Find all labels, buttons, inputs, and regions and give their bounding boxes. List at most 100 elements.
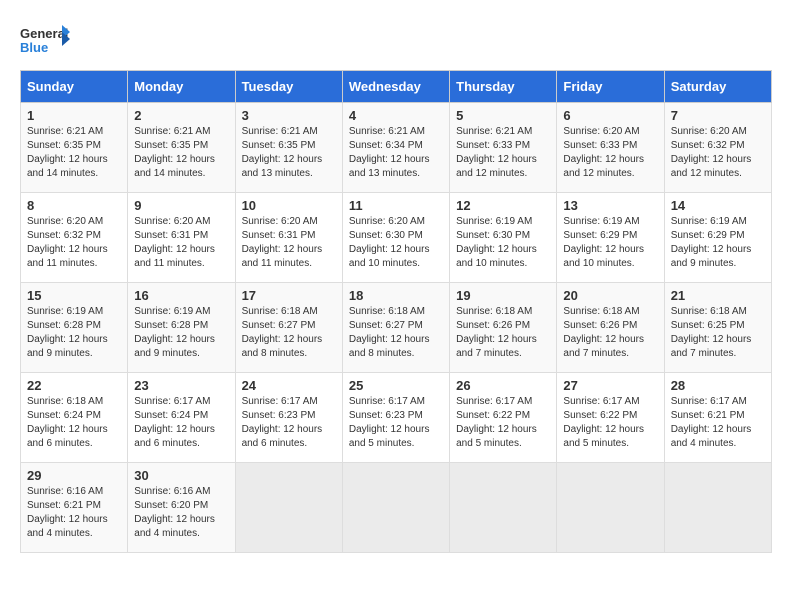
day-number: 13 bbox=[563, 198, 657, 213]
col-header-monday: Monday bbox=[128, 71, 235, 103]
svg-text:General: General bbox=[20, 26, 68, 41]
day-info: Sunrise: 6:16 AMSunset: 6:20 PMDaylight:… bbox=[134, 485, 228, 541]
day-info: Sunrise: 6:17 AMSunset: 6:22 PMDaylight:… bbox=[563, 395, 657, 451]
day-number: 15 bbox=[27, 288, 121, 303]
day-info: Sunrise: 6:21 AMSunset: 6:35 PMDaylight:… bbox=[134, 125, 228, 181]
day-info: Sunrise: 6:19 AMSunset: 6:29 PMDaylight:… bbox=[563, 215, 657, 271]
day-cell: 18 Sunrise: 6:18 AMSunset: 6:27 PMDaylig… bbox=[342, 283, 449, 373]
day-number: 21 bbox=[671, 288, 765, 303]
day-number: 9 bbox=[134, 198, 228, 213]
week-row-5: 29 Sunrise: 6:16 AMSunset: 6:21 PMDaylig… bbox=[21, 463, 772, 553]
day-info: Sunrise: 6:17 AMSunset: 6:22 PMDaylight:… bbox=[456, 395, 550, 451]
day-number: 14 bbox=[671, 198, 765, 213]
day-cell bbox=[664, 463, 771, 553]
day-info: Sunrise: 6:21 AMSunset: 6:35 PMDaylight:… bbox=[27, 125, 121, 181]
day-info: Sunrise: 6:17 AMSunset: 6:24 PMDaylight:… bbox=[134, 395, 228, 451]
day-info: Sunrise: 6:20 AMSunset: 6:30 PMDaylight:… bbox=[349, 215, 443, 271]
day-cell: 21 Sunrise: 6:18 AMSunset: 6:25 PMDaylig… bbox=[664, 283, 771, 373]
day-cell: 5 Sunrise: 6:21 AMSunset: 6:33 PMDayligh… bbox=[450, 103, 557, 193]
day-cell: 29 Sunrise: 6:16 AMSunset: 6:21 PMDaylig… bbox=[21, 463, 128, 553]
day-info: Sunrise: 6:17 AMSunset: 6:21 PMDaylight:… bbox=[671, 395, 765, 451]
day-cell bbox=[557, 463, 664, 553]
day-info: Sunrise: 6:17 AMSunset: 6:23 PMDaylight:… bbox=[242, 395, 336, 451]
day-number: 8 bbox=[27, 198, 121, 213]
day-number: 1 bbox=[27, 108, 121, 123]
day-number: 23 bbox=[134, 378, 228, 393]
day-info: Sunrise: 6:18 AMSunset: 6:27 PMDaylight:… bbox=[242, 305, 336, 361]
day-cell: 4 Sunrise: 6:21 AMSunset: 6:34 PMDayligh… bbox=[342, 103, 449, 193]
calendar-table: SundayMondayTuesdayWednesdayThursdayFrid… bbox=[20, 70, 772, 553]
day-cell: 16 Sunrise: 6:19 AMSunset: 6:28 PMDaylig… bbox=[128, 283, 235, 373]
day-info: Sunrise: 6:18 AMSunset: 6:25 PMDaylight:… bbox=[671, 305, 765, 361]
day-cell: 26 Sunrise: 6:17 AMSunset: 6:22 PMDaylig… bbox=[450, 373, 557, 463]
day-cell: 6 Sunrise: 6:20 AMSunset: 6:33 PMDayligh… bbox=[557, 103, 664, 193]
svg-text:Blue: Blue bbox=[20, 40, 48, 55]
week-row-1: 1 Sunrise: 6:21 AMSunset: 6:35 PMDayligh… bbox=[21, 103, 772, 193]
day-info: Sunrise: 6:19 AMSunset: 6:28 PMDaylight:… bbox=[134, 305, 228, 361]
day-info: Sunrise: 6:21 AMSunset: 6:34 PMDaylight:… bbox=[349, 125, 443, 181]
day-number: 29 bbox=[27, 468, 121, 483]
day-info: Sunrise: 6:18 AMSunset: 6:26 PMDaylight:… bbox=[456, 305, 550, 361]
day-cell: 28 Sunrise: 6:17 AMSunset: 6:21 PMDaylig… bbox=[664, 373, 771, 463]
day-info: Sunrise: 6:19 AMSunset: 6:28 PMDaylight:… bbox=[27, 305, 121, 361]
day-number: 17 bbox=[242, 288, 336, 303]
day-cell bbox=[450, 463, 557, 553]
day-number: 5 bbox=[456, 108, 550, 123]
day-number: 2 bbox=[134, 108, 228, 123]
col-header-thursday: Thursday bbox=[450, 71, 557, 103]
day-cell: 25 Sunrise: 6:17 AMSunset: 6:23 PMDaylig… bbox=[342, 373, 449, 463]
day-cell: 15 Sunrise: 6:19 AMSunset: 6:28 PMDaylig… bbox=[21, 283, 128, 373]
day-cell: 20 Sunrise: 6:18 AMSunset: 6:26 PMDaylig… bbox=[557, 283, 664, 373]
day-cell: 10 Sunrise: 6:20 AMSunset: 6:31 PMDaylig… bbox=[235, 193, 342, 283]
day-cell: 8 Sunrise: 6:20 AMSunset: 6:32 PMDayligh… bbox=[21, 193, 128, 283]
day-number: 16 bbox=[134, 288, 228, 303]
day-info: Sunrise: 6:19 AMSunset: 6:30 PMDaylight:… bbox=[456, 215, 550, 271]
day-cell: 11 Sunrise: 6:20 AMSunset: 6:30 PMDaylig… bbox=[342, 193, 449, 283]
day-info: Sunrise: 6:21 AMSunset: 6:35 PMDaylight:… bbox=[242, 125, 336, 181]
day-cell: 19 Sunrise: 6:18 AMSunset: 6:26 PMDaylig… bbox=[450, 283, 557, 373]
day-info: Sunrise: 6:21 AMSunset: 6:33 PMDaylight:… bbox=[456, 125, 550, 181]
day-number: 3 bbox=[242, 108, 336, 123]
day-number: 22 bbox=[27, 378, 121, 393]
day-cell: 13 Sunrise: 6:19 AMSunset: 6:29 PMDaylig… bbox=[557, 193, 664, 283]
day-info: Sunrise: 6:19 AMSunset: 6:29 PMDaylight:… bbox=[671, 215, 765, 271]
day-info: Sunrise: 6:20 AMSunset: 6:31 PMDaylight:… bbox=[242, 215, 336, 271]
col-header-sunday: Sunday bbox=[21, 71, 128, 103]
day-number: 20 bbox=[563, 288, 657, 303]
week-row-3: 15 Sunrise: 6:19 AMSunset: 6:28 PMDaylig… bbox=[21, 283, 772, 373]
day-number: 10 bbox=[242, 198, 336, 213]
day-number: 25 bbox=[349, 378, 443, 393]
day-info: Sunrise: 6:18 AMSunset: 6:24 PMDaylight:… bbox=[27, 395, 121, 451]
day-cell: 23 Sunrise: 6:17 AMSunset: 6:24 PMDaylig… bbox=[128, 373, 235, 463]
day-number: 18 bbox=[349, 288, 443, 303]
header: General Blue bbox=[20, 20, 772, 60]
day-cell: 30 Sunrise: 6:16 AMSunset: 6:20 PMDaylig… bbox=[128, 463, 235, 553]
day-info: Sunrise: 6:18 AMSunset: 6:27 PMDaylight:… bbox=[349, 305, 443, 361]
day-info: Sunrise: 6:16 AMSunset: 6:21 PMDaylight:… bbox=[27, 485, 121, 541]
day-info: Sunrise: 6:20 AMSunset: 6:32 PMDaylight:… bbox=[27, 215, 121, 271]
day-cell: 27 Sunrise: 6:17 AMSunset: 6:22 PMDaylig… bbox=[557, 373, 664, 463]
day-cell: 12 Sunrise: 6:19 AMSunset: 6:30 PMDaylig… bbox=[450, 193, 557, 283]
day-number: 12 bbox=[456, 198, 550, 213]
day-cell bbox=[235, 463, 342, 553]
day-cell bbox=[342, 463, 449, 553]
col-header-tuesday: Tuesday bbox=[235, 71, 342, 103]
day-cell: 2 Sunrise: 6:21 AMSunset: 6:35 PMDayligh… bbox=[128, 103, 235, 193]
logo: General Blue bbox=[20, 20, 70, 60]
day-cell: 9 Sunrise: 6:20 AMSunset: 6:31 PMDayligh… bbox=[128, 193, 235, 283]
day-cell: 22 Sunrise: 6:18 AMSunset: 6:24 PMDaylig… bbox=[21, 373, 128, 463]
col-header-friday: Friday bbox=[557, 71, 664, 103]
col-header-wednesday: Wednesday bbox=[342, 71, 449, 103]
day-cell: 24 Sunrise: 6:17 AMSunset: 6:23 PMDaylig… bbox=[235, 373, 342, 463]
day-cell: 7 Sunrise: 6:20 AMSunset: 6:32 PMDayligh… bbox=[664, 103, 771, 193]
day-number: 6 bbox=[563, 108, 657, 123]
day-number: 28 bbox=[671, 378, 765, 393]
week-row-4: 22 Sunrise: 6:18 AMSunset: 6:24 PMDaylig… bbox=[21, 373, 772, 463]
day-info: Sunrise: 6:20 AMSunset: 6:33 PMDaylight:… bbox=[563, 125, 657, 181]
calendar-header-row: SundayMondayTuesdayWednesdayThursdayFrid… bbox=[21, 71, 772, 103]
day-info: Sunrise: 6:17 AMSunset: 6:23 PMDaylight:… bbox=[349, 395, 443, 451]
day-number: 11 bbox=[349, 198, 443, 213]
day-number: 30 bbox=[134, 468, 228, 483]
day-cell: 1 Sunrise: 6:21 AMSunset: 6:35 PMDayligh… bbox=[21, 103, 128, 193]
day-info: Sunrise: 6:18 AMSunset: 6:26 PMDaylight:… bbox=[563, 305, 657, 361]
